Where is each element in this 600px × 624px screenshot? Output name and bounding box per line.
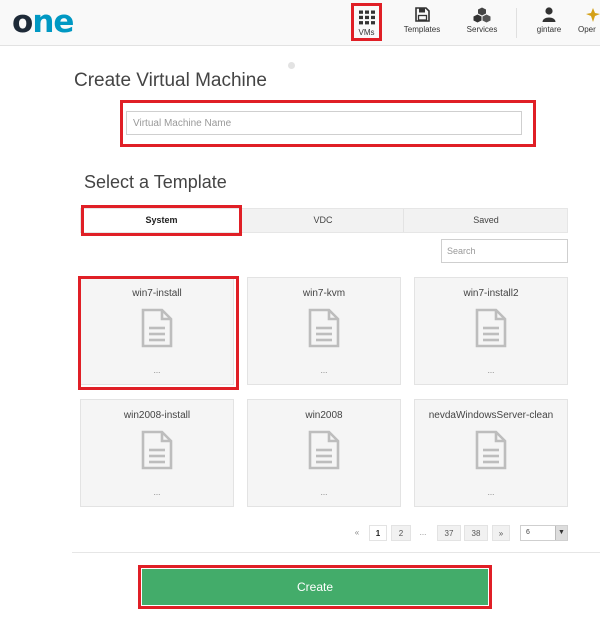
pagination-page-37[interactable]: 37 xyxy=(437,525,461,541)
template-description: ... xyxy=(153,488,161,497)
nav-vms[interactable]: VMs xyxy=(351,3,382,41)
template-name: nevdaWindowsServer-clean xyxy=(428,410,554,421)
nav-services-label: Services xyxy=(466,25,498,34)
pagination-page-2[interactable]: 2 xyxy=(391,525,411,541)
nav-operations-label: Oper xyxy=(578,25,596,34)
template-name: win7-install2 xyxy=(463,288,519,299)
template-card-win7-kvm[interactable]: win7-kvm ... xyxy=(247,277,401,385)
highlight-system-tab xyxy=(81,205,242,236)
template-name: win2008-install xyxy=(123,410,191,421)
pagination-ellipsis: ... xyxy=(419,528,427,537)
user-icon xyxy=(542,7,556,22)
template-card-nevdawindowsserver-clean[interactable]: nevdaWindowsServer-clean ... xyxy=(414,399,568,507)
tab-saved[interactable]: Saved xyxy=(403,209,568,232)
nav-user[interactable]: gintare xyxy=(532,6,566,42)
decorative-dot xyxy=(288,62,295,69)
tab-vdc[interactable]: VDC xyxy=(241,209,404,232)
create-button[interactable]: Create xyxy=(142,569,488,605)
nav-services[interactable]: Services xyxy=(462,6,502,42)
section-title: Select a Template xyxy=(84,172,227,192)
nav-vms-label: VMs xyxy=(358,28,375,37)
template-description: ... xyxy=(487,366,495,375)
operations-icon xyxy=(586,8,600,22)
template-card-win2008[interactable]: win2008 ... xyxy=(247,399,401,507)
nav-templates[interactable]: Templates xyxy=(402,6,442,42)
nav-user-label: gintare xyxy=(536,25,562,34)
cubes-icon xyxy=(473,7,491,23)
template-search-input[interactable] xyxy=(441,239,568,263)
floppy-disk-icon xyxy=(414,7,430,22)
nav-operations[interactable]: Oper xyxy=(578,6,600,42)
template-description: ... xyxy=(487,488,495,497)
highlight-first-template xyxy=(78,276,239,390)
page-size-select[interactable]: 6 ▼ xyxy=(520,525,568,541)
pagination-prev[interactable]: « xyxy=(351,525,363,541)
chevron-down-icon: ▼ xyxy=(555,526,567,540)
nav-templates-label: Templates xyxy=(403,25,441,34)
logo-o-text: o xyxy=(12,4,33,40)
logo-ne-text: ne xyxy=(32,4,74,40)
document-icon xyxy=(141,430,173,470)
document-icon xyxy=(475,308,507,348)
page-title: Create Virtual Machine xyxy=(74,70,267,91)
pagination-page-38[interactable]: 38 xyxy=(464,525,488,541)
page-size-value: 6 xyxy=(526,529,530,536)
document-icon xyxy=(308,308,340,348)
app-logo[interactable]: one xyxy=(12,2,74,42)
pagination-next[interactable]: » xyxy=(492,525,510,541)
template-card-win7-install2[interactable]: win7-install2 ... xyxy=(414,277,568,385)
document-icon xyxy=(475,430,507,470)
vm-name-input[interactable] xyxy=(126,111,522,135)
template-card-win2008-install[interactable]: win2008-install ... xyxy=(80,399,234,507)
divider xyxy=(72,552,600,553)
document-icon xyxy=(308,430,340,470)
grid-icon xyxy=(358,10,375,25)
template-name: win2008 xyxy=(305,410,343,421)
template-name: win7-kvm xyxy=(302,288,346,299)
nav-separator xyxy=(516,8,517,38)
template-description: ... xyxy=(320,366,328,375)
top-bar: one VMs Templates Services gintare Oper xyxy=(0,0,600,46)
pagination-page-1[interactable]: 1 xyxy=(369,525,387,541)
template-description: ... xyxy=(320,488,328,497)
